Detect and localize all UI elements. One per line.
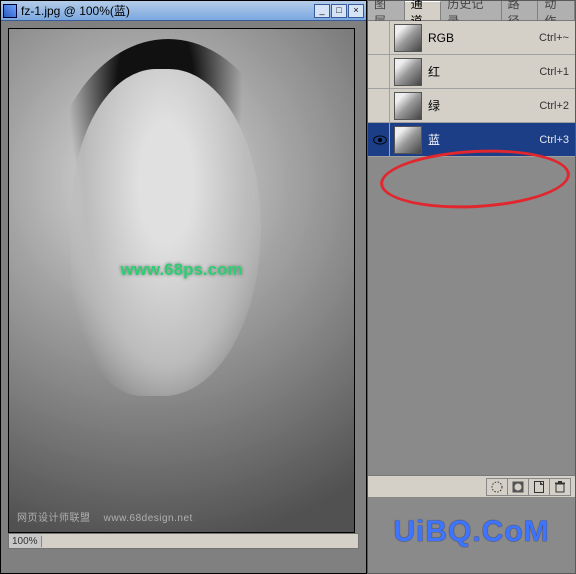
channel-label: 红 xyxy=(428,63,539,80)
horizontal-scrollbar[interactable] xyxy=(42,534,358,548)
page-watermark: UiBQ.CoM xyxy=(368,497,575,573)
visibility-toggle[interactable] xyxy=(370,55,390,88)
channel-label: 蓝 xyxy=(428,131,539,148)
channel-thumb xyxy=(394,126,422,154)
channel-toolbar xyxy=(368,475,575,497)
channel-row-blue[interactable]: 蓝 Ctrl+3 xyxy=(368,123,575,157)
channel-shortcut: Ctrl+2 xyxy=(539,100,569,112)
canvas-area: www.68ps.com 网页设计师联盟 www.68design.net 10… xyxy=(1,21,366,573)
visibility-toggle[interactable] xyxy=(370,123,390,156)
tab-layers[interactable]: 图层 xyxy=(368,1,405,20)
zoom-readout[interactable]: 100% xyxy=(9,536,42,547)
panel-empty-area: UiBQ.CoM xyxy=(368,157,575,573)
panels-dock: 图层 通道 历史记录 路径 动作 RGB Ctrl+~ 红 Ctrl+1 绿 C… xyxy=(367,0,576,574)
tab-history[interactable]: 历史记录 xyxy=(441,1,501,20)
watermark-bottom: 网页设计师联盟 www.68design.net xyxy=(17,509,193,524)
channel-shortcut: Ctrl+~ xyxy=(539,32,569,44)
channel-thumb xyxy=(394,24,422,52)
dotted-circle-icon xyxy=(490,480,504,494)
channel-label: RGB xyxy=(428,31,539,45)
tab-actions[interactable]: 动作 xyxy=(538,1,575,20)
close-button[interactable]: × xyxy=(348,4,364,18)
load-channel-as-selection-button[interactable] xyxy=(486,478,508,496)
watermark-bottom-url: www.68design.net xyxy=(104,513,193,524)
panel-tabs: 图层 通道 历史记录 路径 动作 xyxy=(368,1,575,21)
visibility-toggle[interactable] xyxy=(370,89,390,122)
watermark-bottom-text: 网页设计师联盟 xyxy=(17,513,91,524)
mask-icon xyxy=(511,480,525,494)
maximize-button[interactable]: □ xyxy=(331,4,347,18)
titlebar[interactable]: fz-1.jpg @ 100%(蓝) _ □ × xyxy=(1,1,366,21)
watermark-center: www.68ps.com xyxy=(120,260,242,280)
visibility-toggle[interactable] xyxy=(370,21,390,54)
channel-label: 绿 xyxy=(428,97,539,114)
trash-icon xyxy=(553,480,567,494)
channel-thumb xyxy=(394,58,422,86)
channel-list: RGB Ctrl+~ 红 Ctrl+1 绿 Ctrl+2 蓝 xyxy=(368,21,575,157)
titlebar-title: fz-1.jpg @ 100%(蓝) xyxy=(21,2,314,19)
document-window: fz-1.jpg @ 100%(蓝) _ □ × www.68ps.com 网页… xyxy=(0,0,367,574)
channel-row-red[interactable]: 红 Ctrl+1 xyxy=(368,55,575,89)
channel-shortcut: Ctrl+1 xyxy=(539,66,569,78)
tab-channels[interactable]: 通道 xyxy=(405,1,442,20)
eye-icon xyxy=(373,135,387,145)
new-channel-button[interactable] xyxy=(528,478,550,496)
app-icon xyxy=(3,4,17,18)
delete-channel-button[interactable] xyxy=(549,478,571,496)
new-page-icon xyxy=(532,480,546,494)
window-controls: _ □ × xyxy=(314,4,364,18)
tab-paths[interactable]: 路径 xyxy=(502,1,539,20)
channel-row-green[interactable]: 绿 Ctrl+2 xyxy=(368,89,575,123)
minimize-button[interactable]: _ xyxy=(314,4,330,18)
document-statusbar: 100% xyxy=(8,533,359,549)
channel-row-rgb[interactable]: RGB Ctrl+~ xyxy=(368,21,575,55)
channel-shortcut: Ctrl+3 xyxy=(539,134,569,146)
channel-thumb xyxy=(394,92,422,120)
image-viewport[interactable]: www.68ps.com 网页设计师联盟 www.68design.net xyxy=(8,28,355,533)
save-selection-as-channel-button[interactable] xyxy=(507,478,529,496)
